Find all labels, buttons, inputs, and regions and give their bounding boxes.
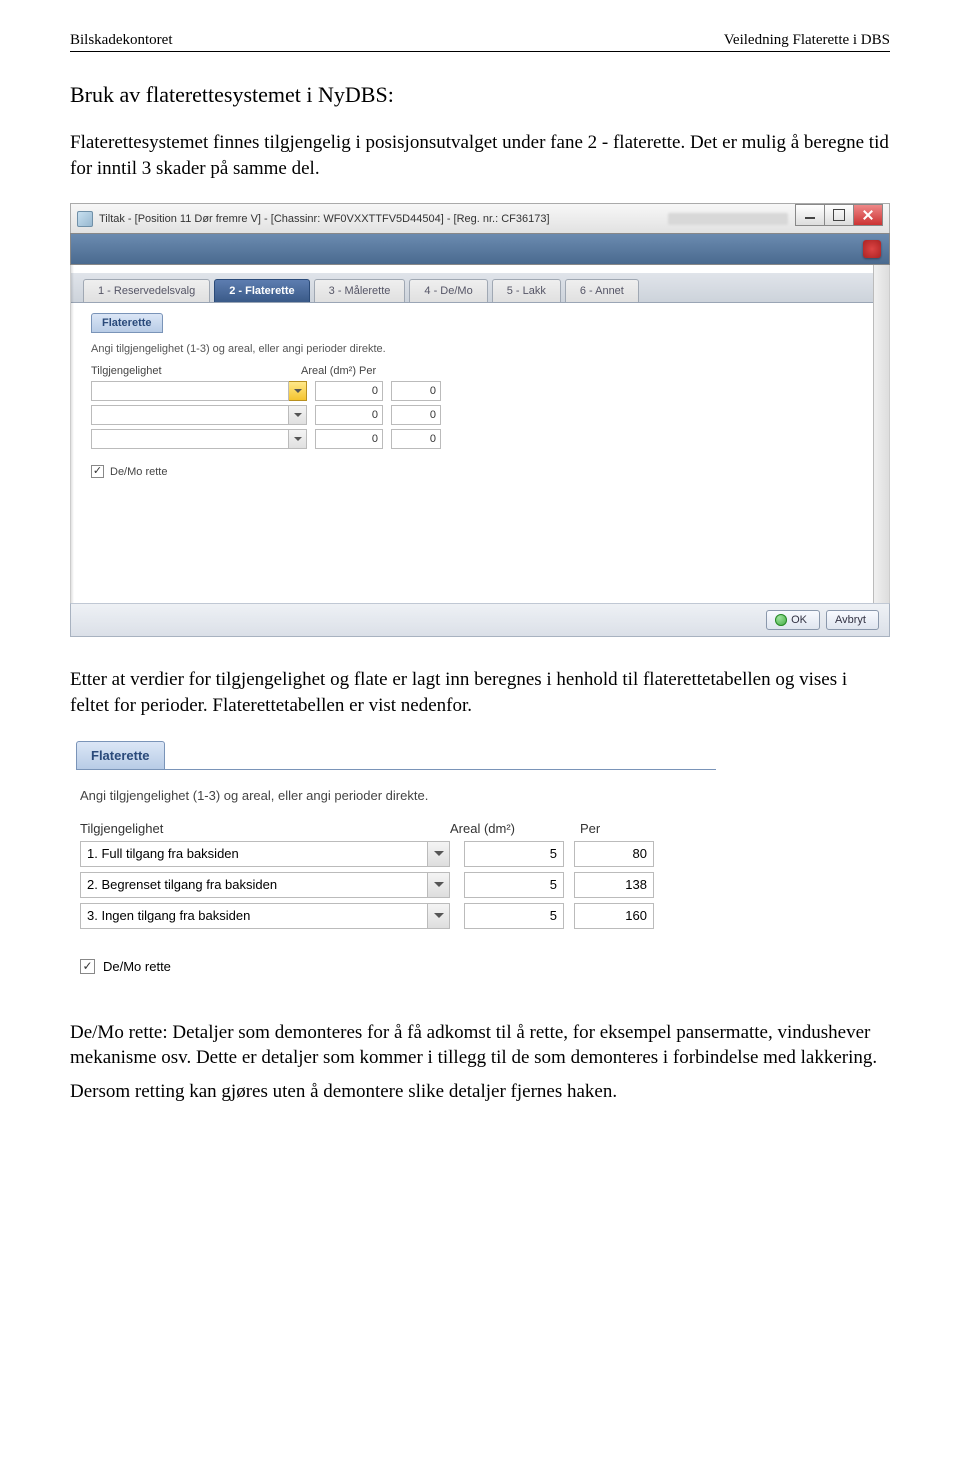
areal-field[interactable]: 0 [315, 405, 383, 425]
intro-paragraph: Flaterettesystemet finnes tilgjengelig i… [70, 130, 890, 181]
per-field[interactable]: 0 [391, 429, 441, 449]
demo-rette-checkbox[interactable] [91, 465, 104, 478]
chevron-down-icon[interactable] [289, 405, 307, 425]
ok-icon [775, 614, 787, 626]
col-header-tilgjengelighet: Tilgjengelighet [91, 365, 301, 377]
tab-annet[interactable]: 6 - Annet [565, 279, 639, 302]
tilgjengelighet-field[interactable] [91, 429, 289, 449]
tilgjengelighet-field[interactable] [91, 381, 289, 401]
header-right: Veiledning Flaterette i DBS [724, 32, 890, 49]
header-left: Bilskadekontoret [70, 32, 172, 49]
zoom-per-field[interactable]: 138 [574, 872, 654, 898]
window-title: Tiltak - [Position 11 Dør fremre V] - [C… [99, 213, 668, 225]
toolbar-alert-icon[interactable] [863, 240, 881, 258]
cancel-label: Avbryt [835, 614, 866, 626]
zoom-tilgjengelighet-field[interactable]: 1. Full tilgang fra baksiden [80, 841, 428, 867]
demo-rette-paragraph: De/Mo rette: Detaljer som demonteres for… [70, 1020, 890, 1071]
titlebar: Tiltak - [Position 11 Dør fremre V] - [C… [70, 203, 890, 233]
chevron-down-icon[interactable] [289, 429, 307, 449]
demo-rette-label: De/Mo rette [110, 466, 167, 478]
panel-instruction: Angi tilgjengelighet (1-3) og areal, ell… [91, 343, 869, 355]
close-button[interactable] [853, 204, 883, 226]
ok-label: OK [791, 614, 807, 626]
chevron-down-icon[interactable] [428, 841, 450, 867]
zoom-tilgjengelighet-field[interactable]: 3. Ingen tilgang fra baksiden [80, 903, 428, 929]
tab-demo[interactable]: 4 - De/Mo [409, 279, 487, 302]
panel-title: Flaterette [91, 313, 163, 333]
middle-paragraph: Etter at verdier for tilgjengelighet og … [70, 667, 890, 718]
chevron-down-icon[interactable] [289, 381, 307, 401]
vertical-scrollbar[interactable] [873, 265, 889, 603]
bottom-bar: OK Avbryt [70, 603, 890, 637]
zoom-col-tilgjengelighet: Tilgjengelighet [80, 821, 450, 836]
page-title: Bruk av flaterettesystemet i NyDBS: [70, 82, 890, 108]
zoom-demo-rette-label: De/Mo rette [103, 959, 171, 974]
minimize-button[interactable] [795, 204, 825, 226]
zoom-areal-field[interactable]: 5 [464, 841, 564, 867]
nav-tabs: 1 - Reservedelsvalg 2 - Flaterette 3 - M… [71, 273, 889, 303]
per-field[interactable]: 0 [391, 405, 441, 425]
chevron-down-icon[interactable] [428, 903, 450, 929]
zoom-per-field[interactable]: 160 [574, 903, 654, 929]
chevron-down-icon[interactable] [428, 872, 450, 898]
zoom-tilgjengelighet-field[interactable]: 2. Begrenset tilgang fra baksiden [80, 872, 428, 898]
zoom-per-field[interactable]: 80 [574, 841, 654, 867]
cancel-button[interactable]: Avbryt [826, 610, 879, 630]
zoom-areal-field[interactable]: 5 [464, 872, 564, 898]
areal-field[interactable]: 0 [315, 381, 383, 401]
ok-button[interactable]: OK [766, 610, 820, 630]
toolbar [70, 233, 890, 265]
tab-lakk[interactable]: 5 - Lakk [492, 279, 561, 302]
per-field[interactable]: 0 [391, 381, 441, 401]
blurred-info [668, 213, 788, 225]
areal-field[interactable]: 0 [315, 429, 383, 449]
app-window: Tiltak - [Position 11 Dør fremre V] - [C… [70, 203, 890, 637]
last-paragraph: Dersom retting kan gjøres uten å demonte… [70, 1079, 890, 1105]
zoom-areal-field[interactable]: 5 [464, 903, 564, 929]
tab-reservedelsvalg[interactable]: 1 - Reservedelsvalg [83, 279, 210, 302]
zoom-demo-rette-checkbox[interactable] [80, 959, 95, 974]
flaterette-panel: Flaterette Angi tilgjengelighet (1-3) og… [71, 303, 889, 603]
maximize-button[interactable] [824, 204, 854, 226]
tilgjengelighet-field[interactable] [91, 405, 289, 425]
col-header-areal-per: Areal (dm²) Per [301, 365, 391, 377]
zoom-panel-title: Flaterette [76, 741, 165, 770]
app-icon [77, 211, 93, 227]
zoom-instruction: Angi tilgjengelighet (1-3) og areal, ell… [80, 788, 712, 803]
zoom-panel: Flaterette Angi tilgjengelighet (1-3) og… [76, 741, 716, 982]
page-header: Bilskadekontoret Veiledning Flaterette i… [70, 32, 890, 52]
zoom-col-per: Per [580, 821, 680, 836]
tab-flaterette[interactable]: 2 - Flaterette [214, 279, 309, 302]
zoom-col-areal: Areal (dm²) [450, 821, 580, 836]
tab-maalerette[interactable]: 3 - Målerette [314, 279, 406, 302]
